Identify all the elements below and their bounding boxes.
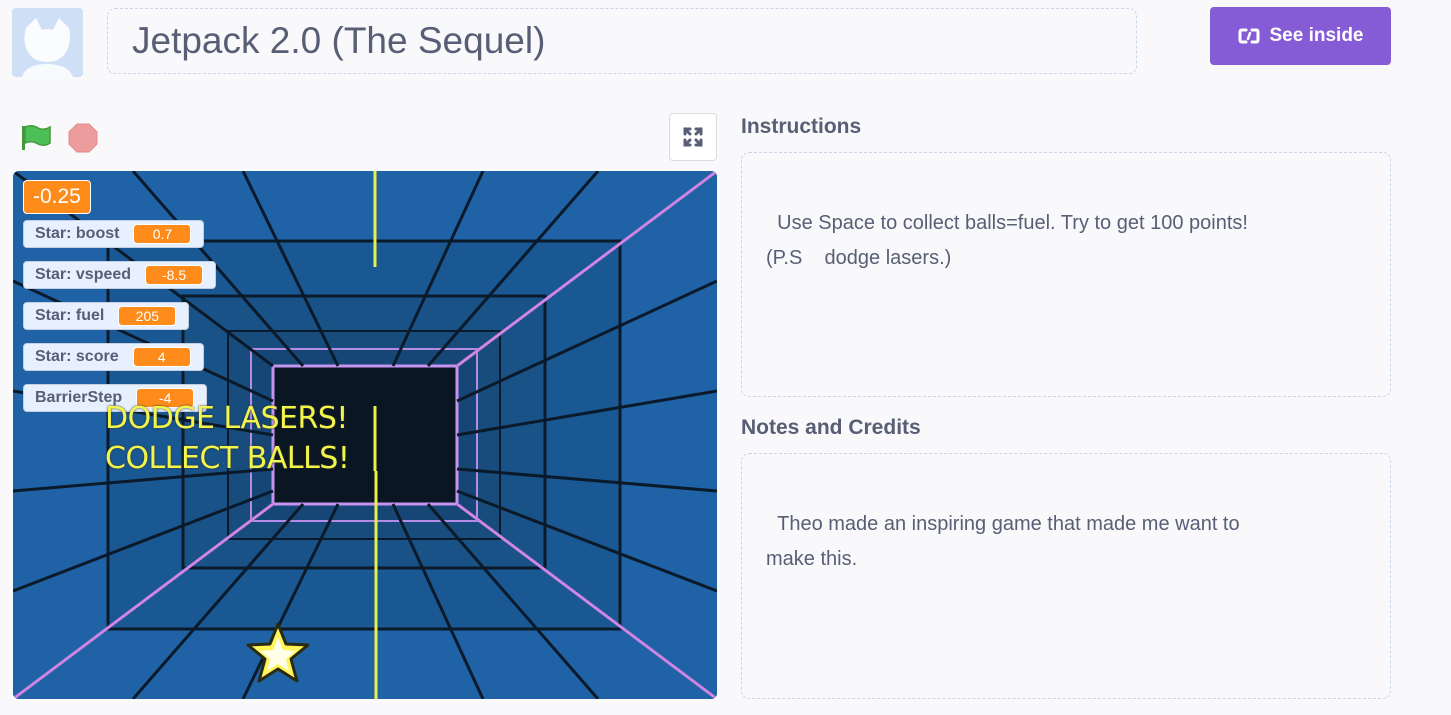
monitor-vspeed[interactable]: Star: vspeed -8.5 (23, 261, 217, 289)
project-title: Jetpack 2.0 (The Sequel) (132, 20, 546, 61)
user-avatar[interactable] (12, 8, 83, 77)
star-sprite-icon[interactable] (245, 621, 311, 685)
monitor-fuel[interactable]: Star: fuel 205 (23, 302, 190, 330)
notes-box[interactable]: Theo made an inspiring game that made me… (741, 453, 1391, 699)
notes-heading: Notes and Credits (741, 416, 921, 439)
monitor-value: 0.7 (133, 224, 192, 244)
monitor-label: Star: vspeed (35, 266, 132, 283)
monitor-label: Star: boost (35, 225, 120, 242)
instructions-box[interactable]: Use Space to collect balls=fuel. Try to … (741, 152, 1391, 397)
notes-text: Theo made an inspiring game that made me… (766, 513, 1240, 570)
stop-icon[interactable] (67, 122, 99, 154)
monitor-value: 205 (118, 306, 177, 326)
monitor-label: Star: fuel (35, 307, 105, 324)
user-avatar-icon (12, 8, 83, 77)
green-flag-icon[interactable] (20, 122, 52, 154)
fullscreen-button[interactable] (669, 113, 717, 161)
fullscreen-icon (683, 127, 703, 147)
project-title-input[interactable]: Jetpack 2.0 (The Sequel) (107, 8, 1137, 74)
see-inside-button[interactable]: See inside (1210, 7, 1391, 65)
game-stage[interactable]: -0.25 Star: boost 0.7 Star: vspeed -8.5 … (13, 171, 717, 699)
monitor-value: 4 (132, 347, 191, 367)
see-inside-icon (1238, 28, 1259, 44)
stage-text-dodge: DODGE LASERS! (105, 401, 348, 436)
instructions-text: Use Space to collect balls=fuel. Try to … (766, 212, 1248, 269)
instructions-heading: Instructions (741, 115, 862, 138)
monitor-value: -8.5 (145, 265, 204, 285)
stage-text-collect: COLLECT BALLS! (105, 441, 350, 476)
monitor-boost[interactable]: Star: boost 0.7 (23, 220, 205, 248)
monitor-label: Star: score (35, 348, 119, 365)
score-monitor[interactable]: -0.25 (23, 180, 91, 214)
see-inside-label: See inside (1269, 25, 1364, 46)
monitor-score[interactable]: Star: score 4 (23, 343, 204, 371)
